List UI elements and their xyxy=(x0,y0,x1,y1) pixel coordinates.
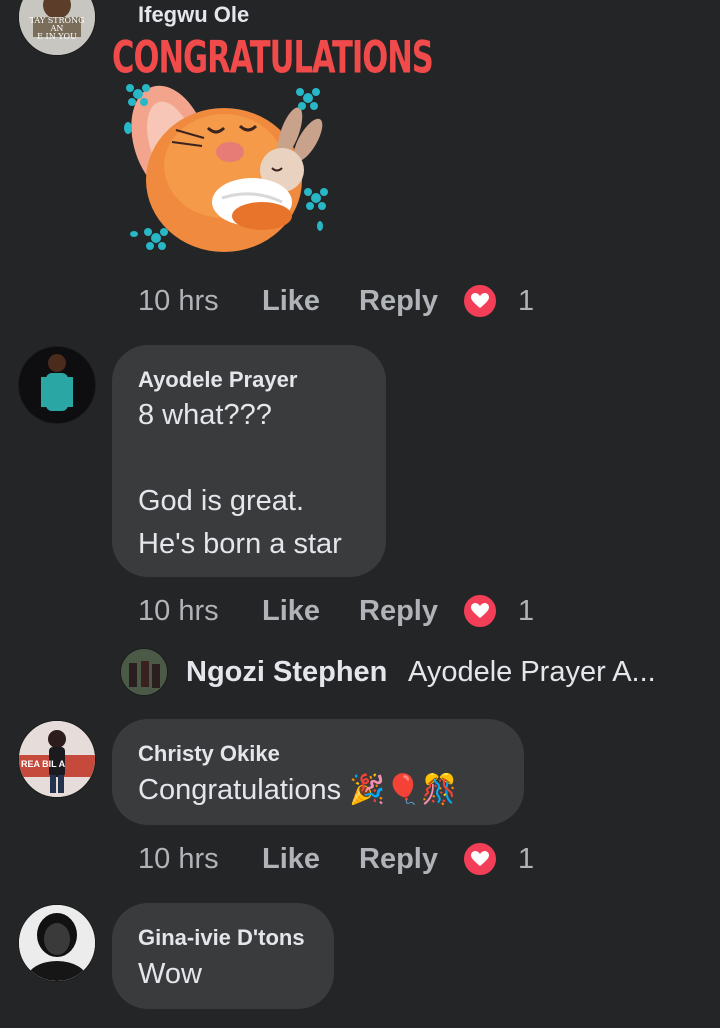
avatar-photo xyxy=(19,347,95,423)
reaction-count: 1 xyxy=(518,594,535,627)
sticker-title: CONGRATULATIONS xyxy=(112,32,434,84)
comment-actions: 10 hrs Like Reply 1 xyxy=(138,281,534,321)
comment-text: Congratulations 🎉🎈🎊 xyxy=(138,774,458,806)
like-button[interactable]: Like xyxy=(262,595,359,628)
comment-actions: 10 hrs Like Reply 1 xyxy=(138,591,534,631)
reply-snippet: Ayodele Prayer A... xyxy=(408,656,656,688)
comment-time[interactable]: 10 hrs xyxy=(138,285,262,318)
comment-time[interactable]: 10 hrs xyxy=(138,595,262,628)
avatar-caption: TAY STRONG AN E IN YOU xyxy=(29,16,85,41)
avatar-photo xyxy=(19,905,95,981)
reply-button[interactable]: Reply xyxy=(359,843,462,876)
comment-time[interactable]: 10 hrs xyxy=(138,843,262,876)
reaction-count: 1 xyxy=(518,284,535,317)
comment-author[interactable]: Christy Okike xyxy=(138,741,280,767)
heart-reaction-icon[interactable] xyxy=(462,283,498,319)
comment-text: Wow xyxy=(138,958,202,990)
comment-author[interactable]: Ifegwu Ole xyxy=(138,2,249,28)
reply-button[interactable]: Reply xyxy=(359,595,462,628)
reply-author[interactable]: Ngozi Stephen xyxy=(186,656,387,689)
comment-author[interactable]: Gina-ivie D'tons xyxy=(138,925,305,951)
like-button[interactable]: Like xyxy=(262,843,359,876)
like-button[interactable]: Like xyxy=(262,285,359,318)
avatar[interactable] xyxy=(18,904,96,982)
heart-reaction-icon[interactable] xyxy=(462,841,498,877)
heart-reaction-icon[interactable] xyxy=(462,593,498,629)
avatar-caption: REA BIL A xyxy=(21,759,66,769)
avatar[interactable] xyxy=(18,346,96,424)
reaction-count: 1 xyxy=(518,842,535,875)
comment-author[interactable]: Ayodele Prayer xyxy=(138,367,297,393)
avatar-photo xyxy=(121,649,167,695)
reply-button[interactable]: Reply xyxy=(359,285,462,318)
comment-actions: 10 hrs Like Reply 1 xyxy=(138,839,534,879)
bunny-sticker-image xyxy=(124,84,328,252)
comment-text: 8 what??? God is great. He's born a star xyxy=(138,399,342,560)
avatar[interactable] xyxy=(120,648,168,696)
avatar[interactable]: TAY STRONG AN E IN YOU xyxy=(18,0,96,56)
avatar[interactable]: REA BIL A xyxy=(18,720,96,798)
